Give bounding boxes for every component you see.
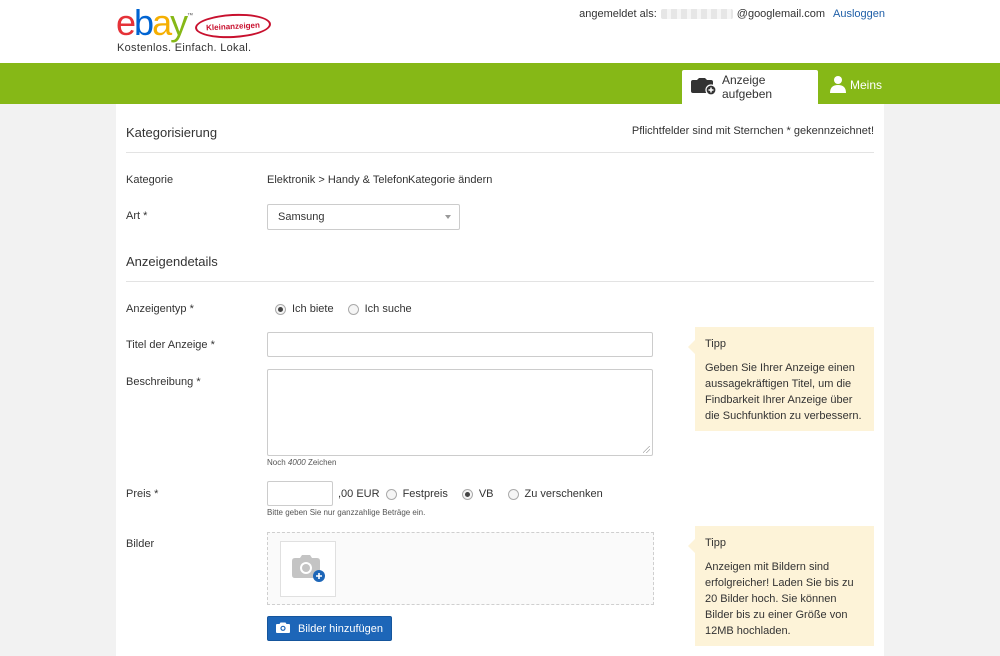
logout-link[interactable]: Ausloggen: [833, 8, 885, 20]
type-select-value: Samsung: [278, 211, 325, 223]
image-dropzone[interactable]: [267, 532, 654, 605]
divider: [126, 152, 874, 153]
tip-text: Geben Sie Ihrer Anzeige einen aussagekrä…: [705, 362, 862, 422]
logged-in-label: angemeldet als:: [579, 8, 657, 20]
section-title-categorization: Kategorisierung: [126, 125, 218, 140]
add-images-label: Bilder hinzufügen: [297, 622, 383, 635]
radio-label-ich-biete: Ich biete: [292, 303, 334, 315]
ebay-kleinanzeigen-logo[interactable]: ebay ™ Kleinanzeigen: [116, 2, 272, 43]
radio-festpreis[interactable]: [385, 488, 397, 500]
description-label: Beschreibung *: [126, 376, 201, 388]
title-label: Titel der Anzeige *: [126, 339, 215, 351]
price-hint: Bitte geben Sie nur ganzzahlige Beträge …: [267, 508, 426, 517]
add-images-button[interactable]: Bilder hinzufügen: [267, 616, 392, 641]
user-info: angemeldet als: xxxxxxxx @googlemail.com…: [579, 8, 885, 20]
header: ebay ™ Kleinanzeigen Kostenlos. Einfach.…: [0, 0, 1000, 63]
post-ad-label: Anzeige aufgeben: [722, 73, 773, 101]
camera-icon: [275, 622, 290, 636]
price-type-radio-group: ,00 EUR Festpreis VB Zu verschenken: [338, 488, 617, 500]
change-category-link[interactable]: Kategorie ändern: [408, 174, 492, 186]
radio-label-ich-suche: Ich suche: [364, 303, 412, 315]
radio-label-festpreis: Festpreis: [402, 488, 448, 500]
type-label: Art *: [126, 210, 148, 222]
main-nav: Anzeige aufgeben Meins: [0, 63, 1000, 104]
required-note: Pflichtfelder sind mit Sternchen * geken…: [631, 125, 874, 137]
description-textarea[interactable]: [267, 369, 653, 456]
type-select[interactable]: Samsung: [267, 204, 460, 230]
category-value: Elektronik > Handy & Telefon: [267, 174, 409, 186]
email-masked: xxxxxxxx: [660, 9, 733, 19]
chevron-down-icon: [445, 215, 451, 219]
camera-plus-icon: [690, 77, 717, 98]
price-currency-suffix: ,00 EUR: [338, 488, 380, 500]
radio-ich-biete[interactable]: [275, 303, 286, 315]
ad-type-label: Anzeigentyp *: [126, 303, 194, 315]
tip-title: Tipp: [705, 537, 726, 549]
radio-vb[interactable]: [461, 488, 473, 500]
email-domain: @googlemail.com: [736, 8, 825, 20]
price-label: Preis *: [126, 488, 159, 500]
divider: [126, 281, 874, 282]
ad-type-radio-group: Ich biete Ich suche: [275, 303, 426, 315]
tip-images-box: Tipp Anzeigen mit Bildern sind erfolgrei…: [688, 526, 874, 646]
ebay-wordmark: ebay: [116, 2, 188, 43]
chars-left-count: 4000: [287, 458, 306, 467]
radio-ich-suche[interactable]: [347, 303, 359, 315]
camera-add-icon: [290, 553, 326, 586]
trademark-symbol: ™: [187, 13, 194, 19]
tip-text: Anzeigen mit Bildern sind erfolgreicher!…: [705, 561, 854, 637]
title-input[interactable]: [267, 332, 653, 357]
chars-left-hint: Noch 4000 Zeichen: [267, 458, 337, 467]
user-icon: [830, 75, 846, 96]
meins-menu[interactable]: Meins: [830, 73, 882, 97]
tip-title-box: Tipp Geben Sie Ihrer Anzeige einen aussa…: [688, 327, 874, 431]
price-input[interactable]: [267, 481, 333, 506]
kleinanzeigen-badge: Kleinanzeigen: [194, 12, 272, 40]
post-ad-tab[interactable]: Anzeige aufgeben: [682, 70, 818, 104]
images-label: Bilder: [126, 538, 155, 550]
photo-slot[interactable]: [280, 541, 336, 597]
radio-label-zu-verschenken: Zu verschenken: [524, 488, 603, 500]
tagline: Kostenlos. Einfach. Lokal.: [117, 42, 252, 54]
radio-label-vb: VB: [478, 488, 494, 500]
resize-handle-icon[interactable]: [643, 446, 650, 453]
radio-zu-verschenken[interactable]: [507, 488, 519, 500]
section-title-details: Anzeigendetails: [126, 254, 218, 269]
tip-title: Tipp: [705, 338, 726, 350]
meins-label: Meins: [850, 78, 883, 92]
category-label: Kategorie: [126, 174, 174, 186]
